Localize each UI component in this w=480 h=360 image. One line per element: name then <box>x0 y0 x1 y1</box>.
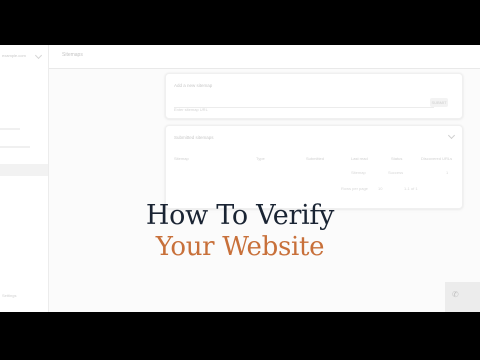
page-title: Sitemaps <box>62 52 83 58</box>
table-cell: Success <box>388 170 404 175</box>
sidebar-divider <box>0 128 20 130</box>
screen-frame: example.com Sitemaps Settings Add a new … <box>0 45 480 312</box>
chevron-down-icon <box>34 51 43 60</box>
submitted-sitemaps-card: Submitted sitemaps Sitemap Type Submitte… <box>165 125 463 209</box>
column-header[interactable]: Discovered URLs <box>421 156 452 161</box>
property-selector-label: example.com <box>2 53 26 58</box>
overlay-title-line-2: Your Website <box>155 232 325 262</box>
title-overlay: How To Verify Your Website <box>0 200 480 262</box>
sidebar-footer-label[interactable]: Settings <box>2 293 16 298</box>
sidebar: Settings <box>0 68 49 312</box>
add-sitemap-title: Add a new sitemap <box>174 83 213 88</box>
sidebar-divider <box>0 146 30 148</box>
sitemap-url-placeholder: Enter sitemap URL <box>174 107 208 112</box>
column-header[interactable]: Last read <box>351 156 368 161</box>
submitted-sitemaps-title: Submitted sitemaps <box>174 135 214 140</box>
table-cell: Sitemap <box>351 170 366 175</box>
column-header[interactable]: Status <box>391 156 402 161</box>
overlay-title-line-1: How To Verify <box>145 200 335 231</box>
pagination-range: 1-1 of 1 <box>404 186 418 191</box>
sidebar-item-sitemaps[interactable] <box>0 164 48 176</box>
table-cell: 1 <box>446 170 449 175</box>
column-header[interactable]: Submitted <box>306 156 324 161</box>
sitemap-url-input[interactable]: Enter sitemap URL <box>174 98 434 112</box>
toast-notification[interactable]: ✆ <box>445 282 480 312</box>
column-header[interactable]: Type <box>256 156 265 161</box>
top-app-bar: example.com Sitemaps <box>0 45 480 69</box>
phone-icon: ✆ <box>452 290 459 299</box>
submit-button[interactable]: SUBMIT <box>430 98 448 107</box>
chevron-down-icon[interactable] <box>447 131 456 140</box>
column-header[interactable]: Sitemap <box>174 156 189 161</box>
rows-per-page-select[interactable]: 10 <box>378 186 382 191</box>
property-selector[interactable]: example.com <box>0 45 49 68</box>
add-sitemap-card: Add a new sitemap Enter sitemap URL SUBM… <box>165 73 463 119</box>
rows-per-page-label: Rows per page <box>341 186 368 191</box>
